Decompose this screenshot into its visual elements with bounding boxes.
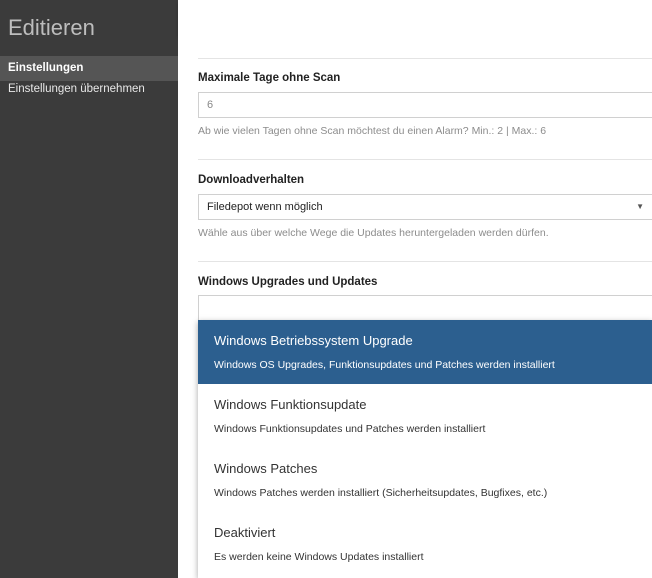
option-title: Windows Betriebssystem Upgrade: [214, 333, 413, 348]
sidebar: Editieren Einstellungen Einstellungen üb…: [0, 0, 178, 578]
max-days-input[interactable]: 6: [198, 92, 652, 118]
option-deactivated[interactable]: Deaktiviert Es werden keine Windows Upda…: [198, 512, 652, 576]
windows-updates-label: Windows Upgrades und Updates: [198, 276, 378, 288]
sidebar-item-einstellungen[interactable]: Einstellungen: [0, 56, 178, 81]
option-windows-os-upgrade[interactable]: Windows Betriebssystem Upgrade Windows O…: [198, 320, 652, 384]
sidebar-item-einstellungen-uebernehmen[interactable]: Einstellungen übernehmen: [0, 81, 178, 101]
settings-form: Maximale Tage ohne Scan 6 Ab wie vielen …: [178, 36, 652, 578]
option-title: Windows Patches: [214, 461, 318, 476]
option-title: Windows Funktionsupdate: [214, 397, 367, 412]
option-description: Windows Funktionsupdates und Patches wer…: [214, 423, 486, 435]
windows-updates-select[interactable]: [198, 295, 652, 321]
divider: [198, 261, 652, 262]
option-title: Deaktiviert: [214, 525, 276, 540]
caret-down-icon: ▼: [636, 202, 644, 211]
download-help: Wähle aus über welche Wege die Updates h…: [198, 227, 549, 239]
download-select[interactable]: Filedepot wenn möglich ▼: [198, 194, 652, 220]
option-description: Es werden keine Windows Updates installi…: [214, 551, 424, 563]
option-description: Windows OS Upgrades, Funktionsupdates un…: [214, 359, 555, 371]
option-windows-feature-update[interactable]: Windows Funktionsupdate Windows Funktion…: [198, 384, 652, 448]
divider: [198, 159, 652, 160]
windows-updates-dropdown: Windows Betriebssystem Upgrade Windows O…: [198, 320, 652, 578]
option-description: Windows Patches werden installiert (Sich…: [214, 487, 548, 499]
top-bar: [178, 0, 652, 36]
sidebar-title: Editieren: [8, 15, 95, 40]
download-label: Downloadverhalten: [198, 174, 305, 186]
divider: [198, 58, 652, 59]
max-days-label: Maximale Tage ohne Scan: [198, 72, 341, 84]
download-select-value: Filedepot wenn möglich: [207, 201, 323, 213]
option-windows-patches[interactable]: Windows Patches Windows Patches werden i…: [198, 448, 652, 512]
max-days-help: Ab wie vielen Tagen ohne Scan möchtest d…: [198, 125, 547, 137]
